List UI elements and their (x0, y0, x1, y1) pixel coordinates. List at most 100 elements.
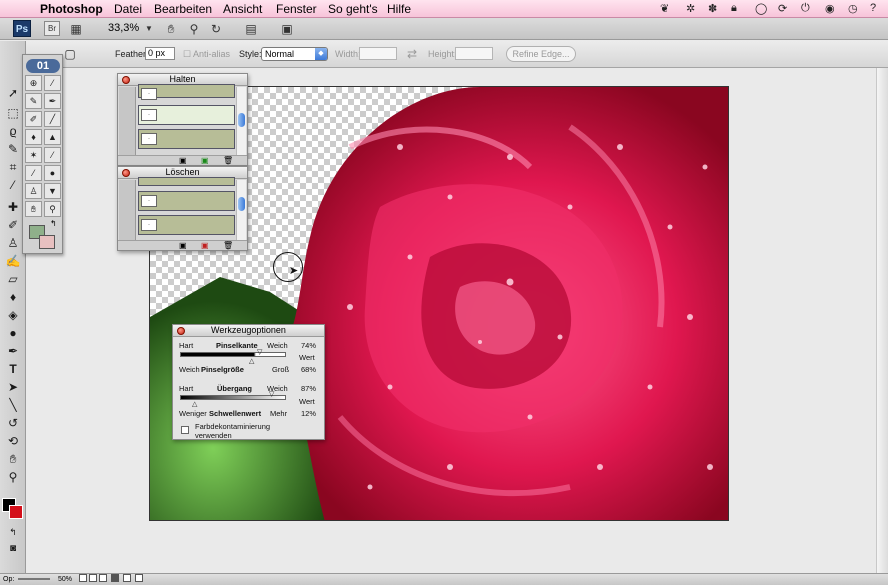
refine-edge-button[interactable]: Refine Edge... (506, 46, 576, 62)
smudge-icon[interactable]: ╱ (44, 111, 61, 127)
history-brush-icon[interactable]: ✍ (3, 253, 23, 269)
menu-fenster[interactable]: Fenster (276, 2, 317, 16)
line-tool-icon[interactable]: ╲ (3, 397, 23, 413)
clone-stamp-icon[interactable]: ♙ (3, 235, 23, 251)
history-row[interactable]: · (138, 191, 235, 211)
quick-mask-icon[interactable]: ◙ (3, 541, 23, 557)
gear-icon[interactable]: ✲ (686, 2, 695, 15)
brush-tool-icon[interactable]: ✐ (3, 217, 23, 233)
snapshot-icon[interactable]: ▣ (179, 241, 187, 250)
paw-icon[interactable]: ✽ (708, 2, 717, 15)
view-mode-icon[interactable] (89, 574, 97, 582)
wifi-icon[interactable]: ◉ (825, 2, 835, 15)
width-input[interactable] (359, 47, 397, 60)
screen-mode-icon[interactable]: ▣ (279, 21, 295, 37)
selection-mode-icon[interactable]: ▢ (62, 46, 78, 62)
stamp-icon[interactable]: ♙ (25, 183, 42, 199)
pen-icon[interactable]: ✒ (44, 93, 61, 109)
hand-tool-icon[interactable]: ✋︎ (163, 21, 179, 37)
history-row[interactable]: · (138, 129, 235, 149)
zoom-in-icon[interactable]: ⊕ (25, 75, 42, 91)
slider-handle[interactable]: ▽ (257, 348, 262, 356)
rotate-view-icon[interactable]: ↻ (208, 21, 224, 37)
hand-tool-icon[interactable]: ✋︎ (3, 451, 23, 467)
lock-icon[interactable]: 🔒︎ (731, 2, 737, 15)
trash-icon[interactable]: 🗑︎ (223, 156, 233, 165)
zoom-level-select[interactable]: 33,3% (108, 22, 139, 34)
clock-icon[interactable]: ◷ (848, 2, 858, 15)
swatch-pink[interactable] (39, 235, 55, 249)
sync-icon[interactable]: ⟳ (778, 2, 787, 15)
syringe-icon[interactable]: ⁄ (25, 165, 42, 181)
view-mode-icon[interactable] (79, 574, 87, 582)
height-input[interactable] (455, 47, 493, 60)
history-row[interactable]: · (138, 215, 235, 235)
power-icon[interactable]: ⏻ (801, 2, 810, 15)
dodge-tool-icon[interactable]: ● (3, 325, 23, 341)
new-document-icon[interactable]: ▣ (201, 156, 209, 165)
palette-scrollbar[interactable] (236, 180, 246, 240)
eyedropper-tool-icon[interactable]: ⁄ (3, 177, 23, 193)
needle-icon[interactable]: ⁄ (44, 147, 61, 163)
magnifier-icon[interactable]: ⚲ (44, 201, 61, 217)
scroll-thumb[interactable] (238, 113, 245, 127)
scroll-thumb[interactable] (238, 197, 245, 211)
view-extras-icon[interactable]: ▦ (68, 21, 84, 37)
swap-colors-icon[interactable]: ↰ (50, 219, 57, 228)
bird-icon[interactable]: ❦ (660, 2, 669, 15)
zoom-tool-icon[interactable]: ⚲ (3, 469, 23, 485)
view-mode-icon[interactable] (135, 574, 143, 582)
menu-so-gehts[interactable]: So geht's (328, 2, 378, 16)
menu-app-photoshop[interactable]: Photoshop (40, 2, 103, 16)
trash-icon[interactable]: 🗑︎ (223, 241, 233, 250)
chat-icon[interactable]: ◯ (755, 2, 767, 15)
vertical-scrollbar[interactable] (876, 68, 888, 573)
pinselkante-slider[interactable] (180, 352, 286, 357)
bucket-icon[interactable]: ♦ (25, 129, 42, 145)
feather-input[interactable]: 0 px (145, 47, 175, 60)
eraser-tool-icon[interactable]: ▱ (3, 271, 23, 287)
style-select[interactable]: Normal ◆ (261, 47, 328, 61)
arrange-documents-icon[interactable]: ▤ (243, 21, 259, 37)
new-document-icon[interactable]: ▣ (201, 241, 209, 250)
pencil-icon[interactable]: ✎ (25, 93, 42, 109)
move-tool-icon[interactable]: ➚ (3, 85, 23, 101)
burn-icon[interactable]: ▼ (44, 183, 61, 199)
path-selection-icon[interactable]: ➤ (3, 379, 23, 395)
drop-icon[interactable]: ● (44, 165, 61, 181)
3d-orbit-icon[interactable]: ⟲ (3, 433, 23, 449)
lasso-tool-icon[interactable]: ϱ (3, 123, 23, 139)
swap-colors-icon[interactable]: ↰ (3, 524, 23, 540)
menu-datei[interactable]: Datei (114, 2, 142, 16)
view-mode-icon[interactable] (111, 574, 119, 582)
slider-handle[interactable]: ▽ (269, 390, 274, 398)
history-row[interactable]: · (138, 84, 235, 100)
wand-icon[interactable]: ✶ (25, 147, 42, 163)
brush-icon[interactable]: ✐ (25, 111, 42, 127)
pen-tool-icon[interactable]: ✒ (3, 343, 23, 359)
opacity-slider[interactable] (18, 578, 50, 580)
swap-dimensions-icon[interactable]: ⇄ (404, 46, 420, 62)
menu-hilfe[interactable]: Hilfe (387, 2, 411, 16)
werkzeugoptionen-title-bar[interactable]: Werkzeugoptionen (173, 325, 324, 337)
history-row[interactable] (138, 177, 235, 186)
hand-icon[interactable]: ✋︎ (25, 201, 42, 217)
slider-handle[interactable]: △ (249, 357, 254, 365)
close-icon[interactable] (122, 169, 130, 177)
slider-handle[interactable]: △ (192, 400, 197, 408)
farbdekontaminierung-checkbox[interactable] (181, 426, 189, 434)
marquee-tool-icon[interactable]: ⬚ (3, 105, 23, 121)
bridge-button[interactable]: Br (44, 21, 60, 36)
crop-tool-icon[interactable]: ⌗ (3, 159, 23, 175)
snapshot-icon[interactable]: ▣ (179, 156, 187, 165)
healing-brush-icon[interactable]: ✚ (3, 199, 23, 215)
blur-tool-icon[interactable]: ◈ (3, 307, 23, 323)
chevron-down-icon[interactable]: ▼ (141, 21, 157, 37)
eyedropper-icon[interactable]: ⁄ (44, 75, 61, 91)
history-row[interactable]: · (138, 105, 235, 125)
type-tool-icon[interactable]: T (3, 361, 23, 377)
view-mode-icon[interactable] (123, 574, 131, 582)
zoom-tool-icon[interactable]: ⚲ (186, 21, 202, 37)
cone-icon[interactable]: ▲ (44, 129, 61, 145)
help-icon[interactable]: ? (870, 2, 876, 14)
